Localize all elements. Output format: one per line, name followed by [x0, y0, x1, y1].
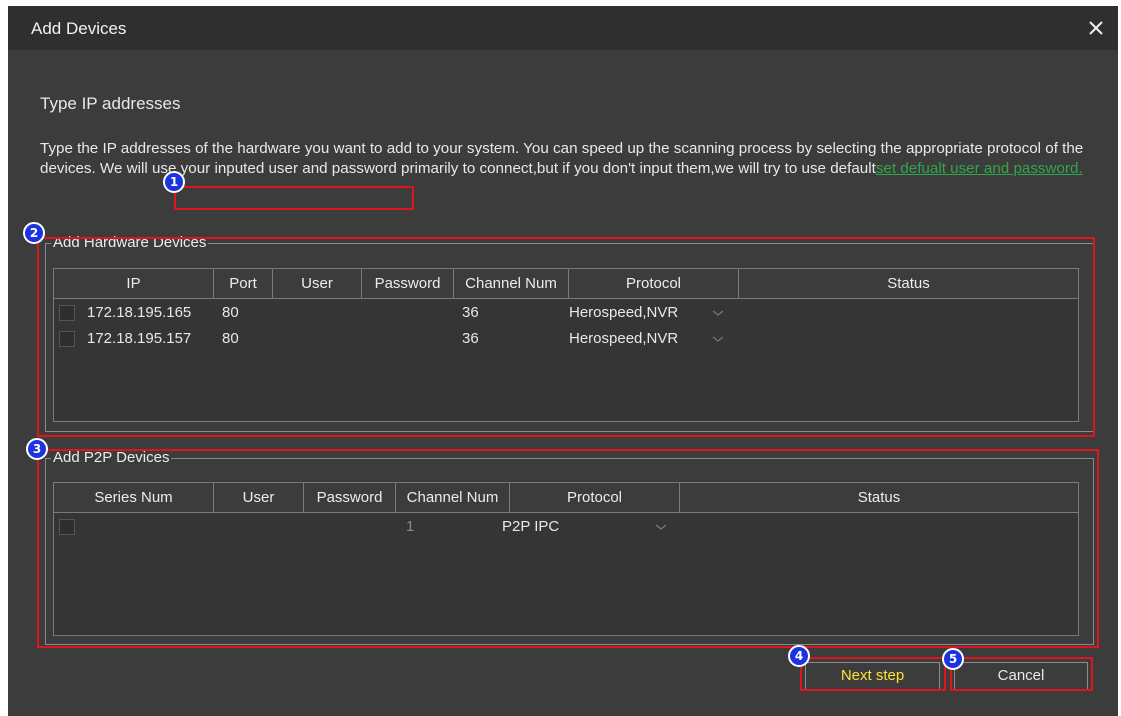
column-header-password[interactable]: Password: [362, 269, 454, 298]
row-checkbox[interactable]: [59, 519, 75, 535]
description-text: Type the IP addresses of the hardware yo…: [40, 139, 1105, 179]
p2p-devices-group: Add P2P Devices Series Num User Password…: [45, 448, 1094, 645]
column-header-status[interactable]: Status: [680, 483, 1078, 512]
title-bar: Add Devices: [8, 6, 1118, 50]
chevron-down-icon: [655, 524, 667, 530]
annotation-badge-2: 2: [23, 222, 45, 244]
cell-channel-num: 1: [406, 518, 415, 535]
protocol-select[interactable]: Herospeed,NVR: [569, 326, 739, 352]
protocol-select-value: Herospeed,NVR: [569, 330, 679, 347]
close-button[interactable]: [1080, 12, 1112, 44]
cell-port: 80: [222, 304, 239, 321]
p2p-devices-table: Series Num User Password Channel Num Pro…: [53, 482, 1079, 636]
annotation-badge-4: 4: [788, 645, 810, 667]
cell-ip: 172.18.195.165: [87, 304, 192, 321]
annotation-badge-1: 1: [163, 171, 185, 193]
column-header-port[interactable]: Port: [214, 269, 273, 298]
cell-port: 80: [222, 330, 239, 347]
cell-channel-num: 36: [462, 330, 479, 347]
cell-channel-num: 36: [462, 304, 479, 321]
p2p-devices-legend: Add P2P Devices: [51, 448, 172, 468]
add-devices-dialog: Add Devices Type IP addresses Type the I…: [8, 6, 1118, 716]
column-header-series-num[interactable]: Series Num: [54, 483, 214, 512]
column-header-channel-num[interactable]: Channel Num: [396, 483, 510, 512]
column-header-user[interactable]: User: [214, 483, 304, 512]
row-checkbox[interactable]: [59, 331, 75, 347]
dialog-title: Add Devices: [31, 19, 127, 38]
column-header-user[interactable]: User: [273, 269, 362, 298]
close-icon: [1089, 21, 1103, 35]
column-header-protocol[interactable]: Protocol: [510, 483, 680, 512]
cancel-button[interactable]: Cancel: [954, 662, 1088, 690]
column-header-password[interactable]: Password: [304, 483, 396, 512]
cell-ip: 172.18.195.157: [87, 330, 192, 347]
protocol-select-value: Herospeed,NVR: [569, 304, 679, 321]
default-credentials-link[interactable]: set defualt user and password.: [876, 160, 1083, 177]
hardware-devices-table: IP Port User Password Channel Num Protoc…: [53, 268, 1079, 422]
column-header-status[interactable]: Status: [739, 269, 1078, 298]
table-row[interactable]: 172.18.195.165 80 36 Herospeed,NVR: [54, 300, 1078, 326]
column-header-protocol[interactable]: Protocol: [569, 269, 739, 298]
column-header-ip[interactable]: IP: [54, 269, 214, 298]
table-header: IP Port User Password Channel Num Protoc…: [54, 269, 1078, 299]
column-header-channel-num[interactable]: Channel Num: [454, 269, 569, 298]
annotation-badge-3: 3: [26, 438, 48, 460]
protocol-select[interactable]: P2P IPC: [502, 514, 680, 540]
annotation-badge-5: 5: [942, 648, 964, 670]
section-title: Type IP addresses: [40, 94, 181, 113]
hardware-devices-group: Add Hardware Devices IP Port User Passwo…: [45, 233, 1094, 432]
next-step-button[interactable]: Next step: [805, 662, 940, 690]
table-row[interactable]: 172.18.195.157 80 36 Herospeed,NVR: [54, 326, 1078, 352]
chevron-down-icon: [712, 310, 724, 316]
protocol-select-value: P2P IPC: [502, 518, 560, 535]
hardware-devices-legend: Add Hardware Devices: [51, 233, 209, 253]
chevron-down-icon: [712, 336, 724, 342]
row-checkbox[interactable]: [59, 305, 75, 321]
table-row[interactable]: 1 P2P IPC: [54, 514, 1078, 540]
table-header: Series Num User Password Channel Num Pro…: [54, 483, 1078, 513]
protocol-select[interactable]: Herospeed,NVR: [569, 300, 739, 326]
